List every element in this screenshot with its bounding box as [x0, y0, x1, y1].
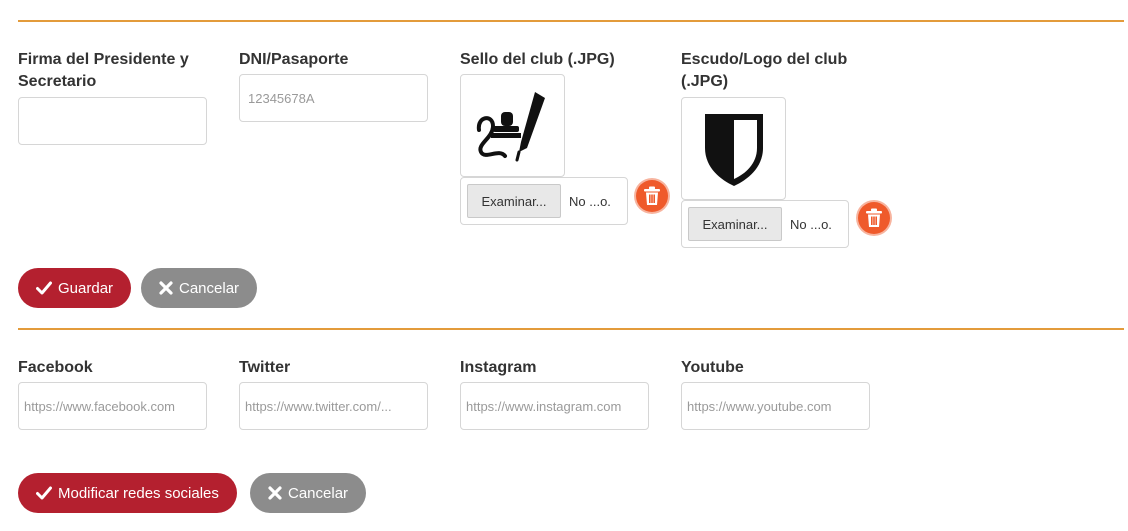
logo-file-input[interactable]: Examinar... No ...o. — [681, 200, 849, 248]
seal-label: Sello del club (.JPG) — [460, 51, 615, 68]
logo-browse-button[interactable]: Examinar... — [688, 207, 782, 241]
instagram-input[interactable] — [460, 382, 649, 430]
instagram-label: Instagram — [460, 359, 537, 376]
logo-preview — [681, 97, 786, 200]
seal-preview — [460, 74, 565, 177]
seal-file-input[interactable]: Examinar... No ...o. — [460, 177, 628, 225]
youtube-input[interactable] — [681, 382, 870, 430]
seal-browse-button[interactable]: Examinar... — [467, 184, 561, 218]
shield-icon — [704, 113, 763, 186]
signature-stamp-icon — [476, 91, 545, 161]
save-button-label: Guardar — [58, 279, 114, 297]
logo-filename: No ...o. — [790, 216, 832, 232]
section-divider — [18, 328, 1124, 330]
trash-icon — [866, 208, 882, 227]
logo-label: Escudo/Logo del club (.JPG) — [681, 51, 848, 90]
modify-social-button[interactable]: Modificar redes sociales — [18, 473, 237, 513]
cancel-button-label: Cancelar — [179, 279, 240, 297]
dni-field[interactable] — [239, 74, 428, 122]
dni-label: DNI/Pasaporte — [239, 51, 349, 68]
save-button[interactable]: Guardar — [18, 268, 132, 308]
twitter-input[interactable] — [239, 382, 428, 430]
youtube-label: Youtube — [681, 359, 744, 376]
cancel-button[interactable]: Cancelar — [141, 268, 258, 308]
check-icon — [36, 486, 52, 500]
modify-social-button-label: Modificar redes sociales — [58, 484, 219, 502]
check-icon — [36, 281, 52, 295]
close-icon — [159, 281, 173, 295]
facebook-label: Facebook — [18, 359, 93, 376]
signature-field[interactable] — [18, 97, 207, 145]
signature-label: Firma del Presidente y Secretario — [18, 51, 189, 90]
facebook-input[interactable] — [18, 382, 207, 430]
cancel-social-button-label: Cancelar — [288, 484, 349, 502]
trash-icon — [644, 186, 660, 205]
close-icon — [268, 486, 282, 500]
seal-filename: No ...o. — [569, 193, 611, 209]
seal-delete-button[interactable] — [636, 180, 668, 212]
top-divider — [18, 20, 1124, 22]
cancel-social-button[interactable]: Cancelar — [250, 473, 367, 513]
logo-delete-button[interactable] — [858, 202, 890, 234]
twitter-label: Twitter — [239, 359, 291, 376]
